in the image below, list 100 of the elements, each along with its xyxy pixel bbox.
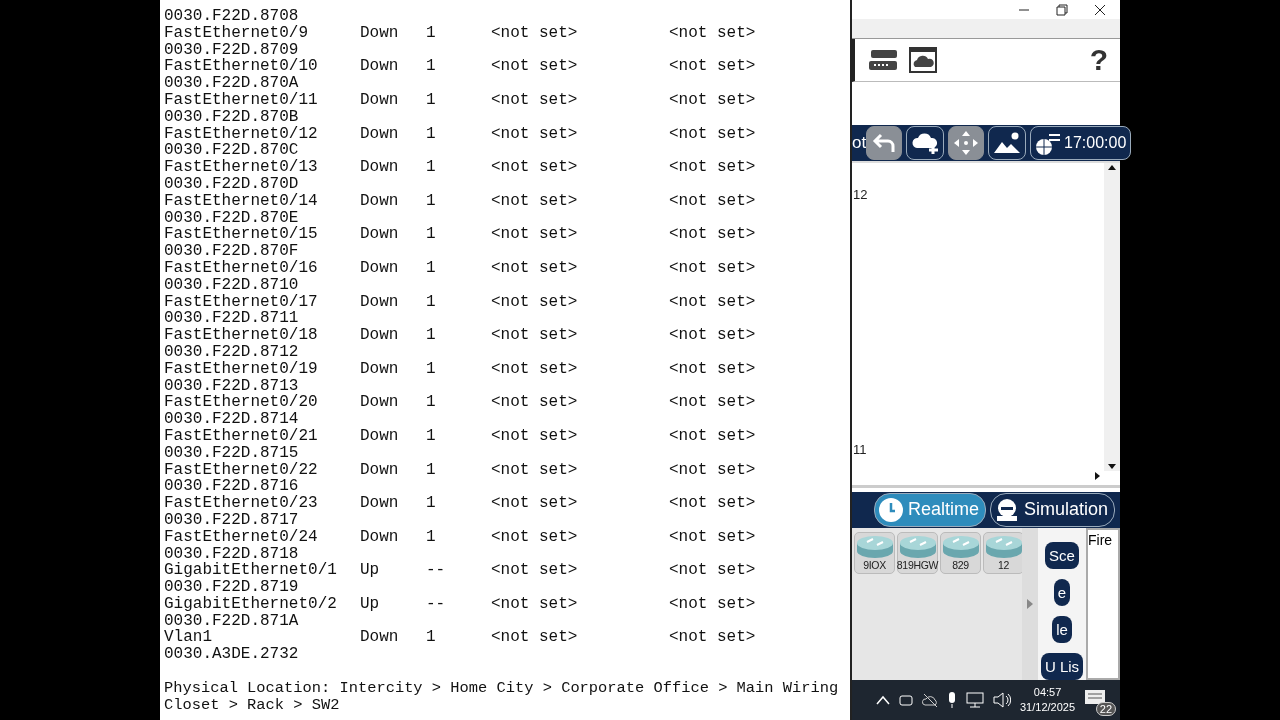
table-cell-text: <not set> [669,293,757,311]
mountain-image-icon [993,130,1021,155]
right-arrow-icon [1094,471,1102,482]
mac-address: 0030.F22D.8716 [164,477,299,496]
mac-address: 0030.F22D.870F [164,242,299,261]
mode-button[interactable]: Simulation [990,492,1116,527]
table-cell-text: 1 [426,58,437,76]
table-cell-text: FastEthernet0/21 [164,427,319,445]
table-cell-text: FastEthernet0/12 [164,125,319,143]
undo-button[interactable] [866,125,902,160]
table-cell-text: Down [360,159,400,176]
expand-arrow-icon [1026,597,1034,610]
table-cell-text: <not set> [491,58,579,76]
table-cell-text: 1 [426,24,437,42]
table-cell-text: Down [360,58,400,76]
table-cell-text: <not set> [491,562,579,580]
table-cell-text: FastEthernet0/23 [164,495,319,512]
table-cell-text: <not set> [491,125,579,143]
table-cell-text: Down [360,495,400,512]
table-cell-text: 1 [426,92,437,109]
table-cell-text: <not set> [669,125,757,143]
vertical-scrollbar[interactable] [1104,162,1120,472]
taskbar-date: 31/12/2025 [1020,700,1076,715]
table-cell-text: Down [360,125,400,143]
table-cell-text: <not set> [491,495,579,512]
picture-button[interactable] [988,125,1026,160]
mac-address: 0030.F22D.870A [164,74,299,93]
table-cell-text: 1 [426,192,437,210]
table-cell-text: FastEthernet0/24 [164,528,319,546]
table-cell-text: FastEthernet0/19 [164,360,319,378]
table-cell-text: 1 [426,360,437,378]
side-button[interactable]: Sce [1045,541,1079,569]
horizontal-scrollbar[interactable] [852,471,1120,488]
table-cell-text: Down [360,461,400,479]
mac-address: 0030.A3DE.2732 [164,645,299,664]
table-cell-text: Down [360,427,400,445]
device-tile[interactable]: 9IOX [854,531,895,574]
table-cell-text: <not set> [669,226,757,244]
mac-address: 0030.F22D.8708 [164,7,299,25]
table-cell-text: 1 [426,159,437,176]
table-cell-text: <not set> [669,192,757,210]
restore-icon [1056,3,1068,16]
mac-address: 0030.F22D.8719 [164,578,299,597]
table-cell-text: <not set> [669,595,757,613]
mac-address: 0030.F22D.8717 [164,510,299,529]
table-cell-text: FastEthernet0/18 [164,327,319,344]
table-cell-text: FastEthernet0/17 [164,293,319,311]
table-cell-text: Up [360,595,381,613]
table-cell-text: GigabitEthernet0/2 [164,595,338,613]
table-cell-text: 1 [426,293,437,311]
table-cell-text: <not set> [491,360,579,378]
table-cell-text: <not set> [491,427,579,445]
table-cell-text: Down [360,293,400,311]
table-cell-text: Down [360,192,400,210]
table-cell-text: <not set> [491,159,579,176]
mode-button[interactable]: Realtime [874,492,987,527]
table-cell-text: <not set> [669,360,757,378]
side-button[interactable]: U Lis [1040,652,1084,680]
cloud-window-icon [909,47,937,74]
side-button[interactable]: e [1053,578,1071,606]
table-cell-text: Down [360,226,400,244]
mac-address: 0030.F22D.8713 [164,376,299,395]
device-tile[interactable]: 829 [940,531,981,574]
clock-icon [878,496,904,523]
device-tile[interactable]: 819HGW [897,531,938,574]
notification-badge: 22 [1095,702,1117,716]
cloud-add-button[interactable] [906,125,944,160]
microphone-icon [947,692,957,708]
table-cell-text: FastEthernet0/9 [164,24,310,42]
side-button[interactable]: le [1052,615,1072,643]
table-cell-text: 1 [426,427,437,445]
table-cell-text: 1 [426,629,437,647]
time-button[interactable]: 17:00:00 [1030,125,1132,160]
network-icon [966,692,984,708]
table-cell-text: 1 [426,528,437,546]
device-tile[interactable]: 12 [983,531,1022,574]
chevron-up-icon [876,695,890,705]
table-cell-text: <not set> [669,528,757,546]
table-cell-text: <not set> [491,226,579,244]
table-cell-text: Down [360,24,400,42]
undo-icon [871,131,897,154]
table-cell-text: 1 [426,259,437,277]
mac-address: 0030.F22D.8712 [164,342,299,361]
help-icon[interactable]: ? [1089,43,1108,78]
table-cell-text: FastEthernet0/22 [164,461,319,479]
table-cell-text: <not set> [669,327,757,344]
mac-address: 0030.F22D.8711 [164,309,299,328]
workspace-label: 11 [853,441,867,457]
table-cell-text: Down [360,360,400,378]
table-cell-text: <not set> [669,58,757,76]
mac-address: 0030.F22D.870E [164,208,299,227]
table-cell-text: <not set> [669,461,757,479]
table-cell-text: FastEthernet0/11 [164,92,319,109]
table-cell-text: <not set> [669,562,757,580]
table-cell-text: Down [360,629,400,647]
table-cell-text: <not set> [491,192,579,210]
table-cell-text: <not set> [669,159,757,176]
table-cell-text: <not set> [669,259,757,277]
move-button[interactable] [948,125,984,160]
table-cell-text: -- [426,562,447,580]
